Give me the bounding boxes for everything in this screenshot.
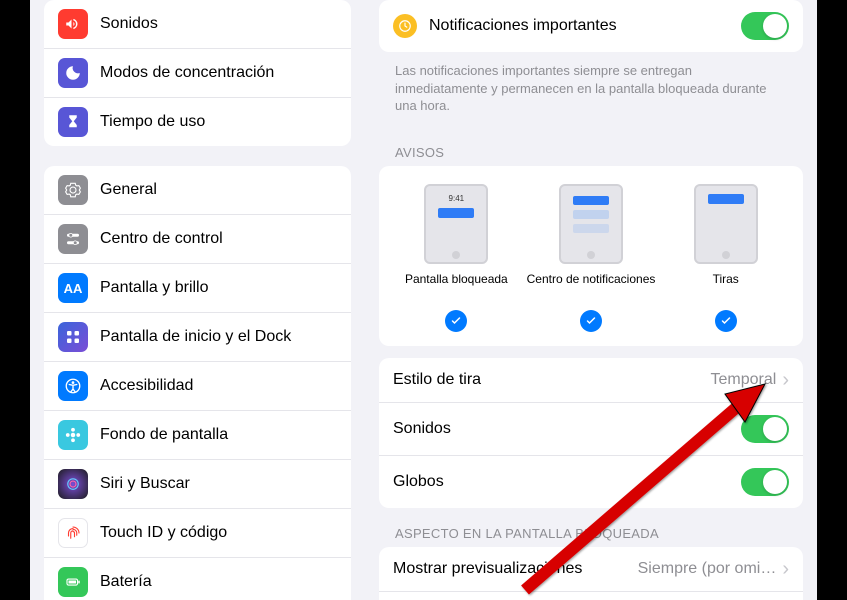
important-note: Las notificaciones importantes siempre s… [379, 56, 803, 131]
sidebar-label: General [100, 181, 337, 199]
lock-appearance-header: ASPECTO EN LA PANTALLA BLOQUEADA [379, 512, 803, 547]
group-notifications-row[interactable]: Agrupar notificaciones Automático › [379, 592, 803, 600]
moon-icon [58, 58, 88, 88]
sounds-toggle[interactable] [741, 415, 789, 443]
text-size-icon: AA [58, 273, 88, 303]
show-previews-row[interactable]: Mostrar previsualizaciones Siempre (por … [379, 547, 803, 592]
important-notifications-row: Notificaciones importantes [379, 0, 803, 52]
sidebar-label: Pantalla de inicio y el Dock [100, 328, 337, 346]
clock-icon [393, 14, 417, 38]
alerts-header: AVISOS [379, 131, 803, 166]
chevron-right-icon: › [782, 370, 789, 390]
gear-icon [58, 175, 88, 205]
sidebar-group-2: General Centro de control AA Pantalla y … [44, 166, 351, 600]
sidebar-label: Modos de concentración [100, 64, 337, 82]
alerts-card: 9:41 Pantalla bloqueada Centro de notifi… [379, 166, 803, 346]
lock-appearance-card: Mostrar previsualizaciones Siempre (por … [379, 547, 803, 600]
sidebar-group-1: Sonidos Modos de concentración Tiempo de… [44, 0, 351, 146]
fingerprint-icon [58, 518, 88, 548]
important-notifications-toggle[interactable] [741, 12, 789, 40]
sidebar-item-focus[interactable]: Modos de concentración [44, 49, 351, 98]
sidebar-label: Centro de control [100, 230, 337, 248]
sidebar-item-sounds[interactable]: Sonidos [44, 0, 351, 49]
sounds-row: Sonidos [379, 403, 803, 456]
badges-toggle[interactable] [741, 468, 789, 496]
important-notifications-card: Notificaciones importantes [379, 0, 803, 52]
sidebar-label: Accesibilidad [100, 377, 337, 395]
sidebar-label: Tiempo de uso [100, 113, 337, 131]
notification-center-preview [559, 184, 623, 264]
settings-sidebar: Sonidos Modos de concentración Tiempo de… [30, 0, 365, 600]
sidebar-item-touchid[interactable]: Touch ID y código [44, 509, 351, 558]
sidebar-item-control-center[interactable]: Centro de control [44, 215, 351, 264]
badges-row: Globos [379, 456, 803, 508]
banners-check[interactable] [715, 310, 737, 332]
sidebar-item-screentime[interactable]: Tiempo de uso [44, 98, 351, 146]
sliders-icon [58, 224, 88, 254]
lock-screen-option[interactable]: 9:41 Pantalla bloqueada [389, 184, 524, 332]
lock-screen-check[interactable] [445, 310, 467, 332]
sidebar-item-siri[interactable]: Siri y Buscar [44, 460, 351, 509]
sidebar-item-display[interactable]: AA Pantalla y brillo [44, 264, 351, 313]
banner-style-row[interactable]: Estilo de tira Temporal › [379, 358, 803, 403]
alert-settings-card: Estilo de tira Temporal › Sonidos Globos [379, 358, 803, 508]
accessibility-icon [58, 371, 88, 401]
flower-icon [58, 420, 88, 450]
banners-preview [694, 184, 758, 264]
sidebar-label: Siri y Buscar [100, 475, 337, 493]
banners-option[interactable]: Tiras [658, 184, 793, 332]
grid-icon [58, 322, 88, 352]
notification-center-option[interactable]: Centro de notificaciones [524, 184, 659, 332]
sidebar-label: Touch ID y código [100, 524, 337, 542]
sidebar-item-accessibility[interactable]: Accesibilidad [44, 362, 351, 411]
battery-icon [58, 567, 88, 597]
sidebar-item-home-screen[interactable]: Pantalla de inicio y el Dock [44, 313, 351, 362]
notification-settings-panel: Notificaciones importantes Las notificac… [365, 0, 817, 600]
sidebar-label: Pantalla y brillo [100, 279, 337, 297]
sidebar-label: Sonidos [100, 15, 337, 33]
hourglass-icon [58, 107, 88, 137]
sidebar-label: Fondo de pantalla [100, 426, 337, 444]
important-title: Notificaciones importantes [429, 17, 741, 35]
sidebar-item-wallpaper[interactable]: Fondo de pantalla [44, 411, 351, 460]
sound-icon [58, 9, 88, 39]
sidebar-item-general[interactable]: General [44, 166, 351, 215]
sidebar-item-battery[interactable]: Batería [44, 558, 351, 600]
sidebar-label: Batería [100, 573, 337, 591]
chevron-right-icon: › [782, 559, 789, 579]
siri-icon [58, 469, 88, 499]
lock-screen-preview: 9:41 [424, 184, 488, 264]
notification-center-check[interactable] [580, 310, 602, 332]
